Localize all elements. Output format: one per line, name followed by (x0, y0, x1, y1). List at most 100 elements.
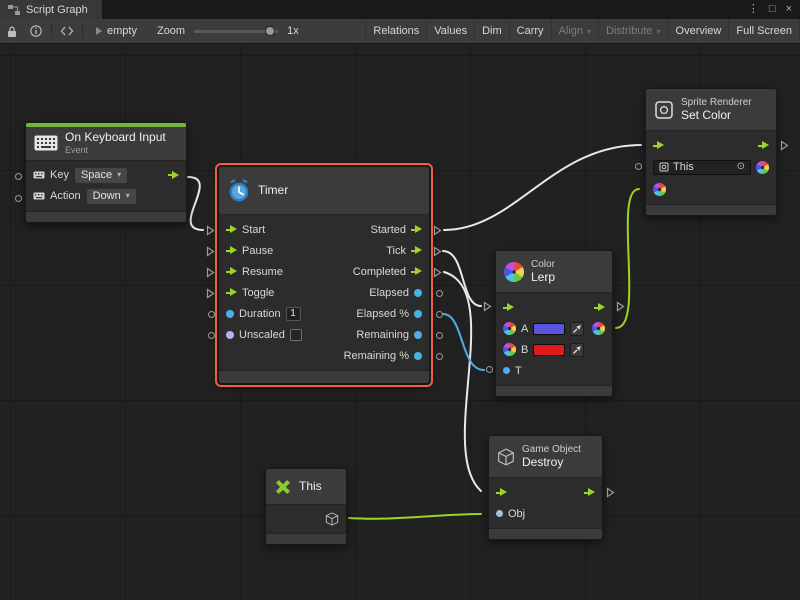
port-resume[interactable]: Resume (226, 266, 283, 278)
timer-remaining-outer-port[interactable] (436, 332, 443, 339)
fullscreen-button[interactable]: Full Screen (728, 19, 800, 43)
timer-remaining-percent-outer-port[interactable] (436, 353, 443, 360)
port-pause[interactable]: Pause (226, 245, 273, 257)
float-port-icon[interactable] (503, 367, 510, 374)
node-destroy[interactable]: Game Object Destroy Obj (488, 435, 603, 540)
port-remaining-percent[interactable]: Remaining % (344, 350, 422, 362)
setcolor-target-outer-port[interactable] (635, 163, 642, 170)
tab-title: Script Graph (26, 4, 88, 16)
lerp-t-outer-port[interactable] (486, 366, 493, 373)
flow-in-port[interactable] (496, 488, 507, 497)
color-port-icon[interactable] (503, 343, 516, 356)
zoom-slider-handle[interactable] (265, 26, 275, 36)
carry-button[interactable]: Carry (509, 19, 551, 43)
color-a-swatch[interactable] (533, 323, 565, 335)
timer-start-outer-port[interactable] (206, 225, 215, 236)
destroy-flow-out-outer-port[interactable] (606, 487, 615, 498)
flow-in-port[interactable] (653, 141, 664, 150)
duration-input[interactable]: 1 (286, 307, 301, 321)
target-object-field[interactable]: This ⊙ (653, 160, 751, 175)
port-duration[interactable]: Duration1 (226, 307, 301, 321)
collapse-panels-icon[interactable] (55, 19, 79, 43)
action-port-row: Action Down ▾ (26, 186, 186, 207)
zoom-slider[interactable] (194, 30, 278, 33)
close-icon[interactable]: × (786, 4, 792, 15)
timer-unscaled-outer-port[interactable] (208, 332, 215, 339)
port-started[interactable]: Started (371, 224, 422, 236)
port-toggle[interactable]: Toggle (226, 287, 274, 299)
flow-out-port[interactable] (168, 171, 179, 180)
flow-in-icon (226, 225, 237, 234)
color-out-port[interactable] (756, 161, 769, 174)
port-start[interactable]: Start (226, 224, 265, 236)
color-result-port[interactable] (592, 322, 605, 335)
dim-button[interactable]: Dim (474, 19, 509, 43)
lerp-flow-in-outer-port[interactable] (483, 301, 492, 312)
node-timer[interactable]: Timer Start Started Pause Tick Resume Co… (218, 166, 430, 384)
lerp-flow-out-outer-port[interactable] (616, 301, 625, 312)
port-elapsed-percent[interactable]: Elapsed % (356, 308, 422, 320)
node-this[interactable]: This (265, 468, 347, 545)
unscaled-checkbox[interactable] (290, 329, 302, 341)
lock-icon[interactable] (0, 19, 24, 43)
timer-duration-outer-port[interactable] (208, 311, 215, 318)
eyedropper-button[interactable] (570, 322, 584, 336)
color-in-port[interactable] (653, 183, 666, 196)
flow-in-port[interactable] (503, 303, 514, 312)
info-icon[interactable] (24, 19, 48, 43)
distribute-button[interactable]: Distribute▾ (598, 19, 667, 43)
flow-out-port[interactable] (758, 141, 769, 150)
graph-breadcrumb[interactable]: empty (86, 25, 147, 37)
action-dropdown[interactable]: Down ▾ (86, 188, 137, 205)
keyboard-key-outer-port[interactable] (15, 173, 22, 180)
overview-button[interactable]: Overview (668, 19, 729, 43)
timer-resume-outer-port[interactable] (206, 267, 215, 278)
node-header-text: Game Object Destroy (522, 444, 581, 470)
values-button[interactable]: Values (426, 19, 474, 43)
setcolor-flow-out-outer-port[interactable] (780, 140, 789, 151)
eyedropper-button[interactable] (570, 343, 584, 357)
flow-out-port[interactable] (594, 303, 605, 312)
self-out-port[interactable] (325, 512, 339, 526)
tab-script-graph[interactable]: Script Graph (0, 0, 103, 19)
relations-button[interactable]: Relations (365, 19, 426, 43)
keyboard-action-outer-port[interactable] (15, 195, 22, 202)
timer-started-outer-port[interactable] (433, 225, 442, 236)
object-port-icon[interactable] (496, 510, 503, 517)
node-footer (219, 370, 429, 383)
node-footer (266, 533, 346, 544)
port-tick[interactable]: Tick (386, 245, 422, 257)
float-port-icon (414, 289, 422, 297)
pane-menu-icon[interactable]: ⋮ (748, 4, 759, 15)
timer-tick-outer-port[interactable] (433, 246, 442, 257)
flow-out-port[interactable] (584, 488, 595, 497)
timer-row-3: Resume Completed (219, 261, 429, 282)
port-remaining[interactable]: Remaining (356, 329, 422, 341)
node-color-lerp[interactable]: Color Lerp A (495, 250, 613, 397)
node-title: Destroy (522, 456, 581, 470)
node-set-color[interactable]: Sprite Renderer Set Color This ⊙ (645, 88, 777, 216)
port-elapsed[interactable]: Elapsed (369, 287, 422, 299)
timer-toggle-outer-port[interactable] (206, 288, 215, 299)
timer-pause-outer-port[interactable] (206, 246, 215, 257)
node-subtitle: Event (65, 145, 166, 156)
zoom-control: Zoom 1x (157, 25, 299, 37)
align-button[interactable]: Align▾ (551, 19, 598, 43)
node-on-keyboard-input[interactable]: On Keyboard Input Event Key Space ▾ (25, 122, 187, 223)
timer-elapsed-percent-outer-port[interactable] (436, 311, 443, 318)
destroy-obj-row: Obj (489, 503, 602, 524)
chevron-down-icon: ▾ (126, 191, 130, 201)
key-dropdown[interactable]: Space ▾ (74, 167, 128, 184)
color-port-icon[interactable] (503, 322, 516, 335)
timer-completed-outer-port[interactable] (433, 267, 442, 278)
port-unscaled[interactable]: Unscaled (226, 329, 302, 341)
target-value: This (673, 161, 694, 173)
destroy-flow-row (489, 482, 602, 503)
window-controls: ⋮ □ × (748, 0, 800, 19)
timer-elapsed-outer-port[interactable] (436, 290, 443, 297)
color-b-swatch[interactable] (533, 344, 565, 356)
maximize-icon[interactable]: □ (769, 4, 776, 15)
node-header: This (266, 469, 346, 505)
object-picker-icon[interactable]: ⊙ (737, 162, 745, 172)
port-completed[interactable]: Completed (353, 266, 422, 278)
